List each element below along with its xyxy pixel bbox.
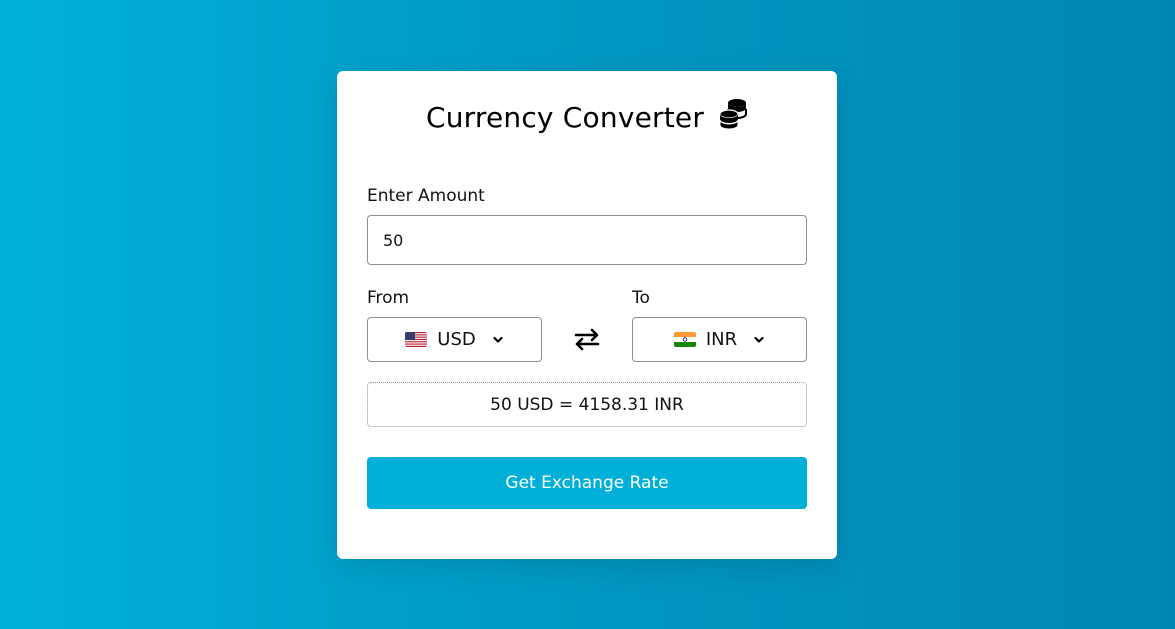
chevron-down-icon <box>493 336 503 343</box>
converter-card: Currency Converter Enter Amount From To … <box>337 71 837 559</box>
from-currency-select[interactable]: USD <box>367 317 542 362</box>
conversion-result-text: 50 USD = 4158.31 INR <box>490 394 684 415</box>
coins-icon <box>719 98 748 129</box>
us-flag-icon <box>405 332 428 347</box>
amount-input[interactable] <box>367 215 807 265</box>
india-flag-icon <box>673 332 696 347</box>
chevron-down-icon <box>754 336 764 343</box>
amount-label: Enter Amount <box>367 186 485 206</box>
from-label: From <box>367 288 410 308</box>
conversion-result: 50 USD = 4158.31 INR <box>367 382 807 427</box>
page-title: Currency Converter <box>425 101 705 134</box>
title-row: Currency Converter <box>337 98 837 134</box>
swap-arrows-icon[interactable] <box>573 325 601 353</box>
from-currency-code: USD <box>437 329 476 350</box>
to-currency-select[interactable]: INR <box>632 317 807 362</box>
to-label: To <box>632 288 650 308</box>
to-currency-code: INR <box>705 329 738 350</box>
get-exchange-rate-button[interactable]: Get Exchange Rate <box>367 457 807 509</box>
